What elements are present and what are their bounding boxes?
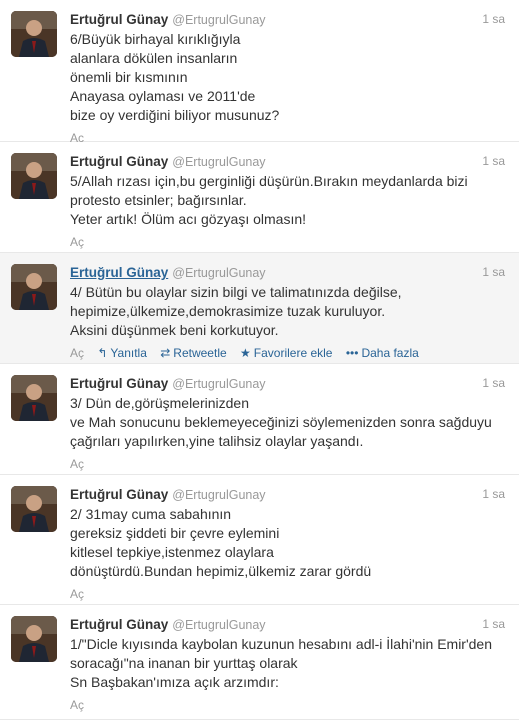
tweet-header: Ertuğrul Günay @ErtugrulGunay 1 sa [70, 10, 505, 29]
more-label: Daha fazla [361, 346, 419, 360]
author-username[interactable]: @ErtugrulGunay [172, 618, 265, 632]
tweet-item[interactable]: Ertuğrul Günay @ErtugrulGunay 1 sa 2/ 31m… [0, 475, 519, 605]
author-username[interactable]: @ErtugrulGunay [172, 488, 265, 502]
tweet-actions: Aç [70, 454, 505, 474]
tweet-timestamp[interactable]: 1 sa [482, 10, 505, 29]
reply-icon: ↰ [97, 346, 108, 360]
tweet-text: 5/Allah rızası için,bu gerginliği düşürü… [70, 173, 468, 227]
avatar[interactable] [11, 486, 57, 532]
expand-link[interactable]: Aç [70, 695, 84, 715]
author-username[interactable]: @ErtugrulGunay [172, 266, 265, 280]
author-fullname[interactable]: Ertuğrul Günay [70, 265, 168, 280]
expand-link[interactable]: Aç [70, 232, 84, 252]
more-button[interactable]: ••• Daha fazla [346, 343, 419, 363]
avatar[interactable] [11, 264, 57, 310]
tweet-timestamp[interactable]: 1 sa [482, 485, 505, 504]
tweet-actions: Aç [70, 584, 505, 604]
tweet-item[interactable]: Ertuğrul Günay @ErtugrulGunay 1 sa 1/"Dic… [0, 605, 519, 720]
retweet-icon: ⇄ [160, 346, 171, 360]
avatar[interactable] [11, 375, 57, 421]
tweet-item[interactable]: Ertuğrul Günay @ErtugrulGunay 1 sa 4/ Büt… [0, 253, 519, 364]
author-fullname[interactable]: Ertuğrul Günay [70, 376, 168, 391]
author-fullname[interactable]: Ertuğrul Günay [70, 154, 168, 169]
tweet-item[interactable]: Ertuğrul Günay @ErtugrulGunay 1 sa 3/ Dün… [0, 364, 519, 475]
star-icon: ★ [240, 346, 251, 360]
author-fullname[interactable]: Ertuğrul Günay [70, 12, 168, 27]
author-username[interactable]: @ErtugrulGunay [172, 13, 265, 27]
tweet-timestamp[interactable]: 1 sa [482, 374, 505, 393]
expand-link[interactable]: Aç [70, 454, 84, 474]
author-fullname[interactable]: Ertuğrul Günay [70, 487, 168, 502]
tweet-header: Ertuğrul Günay @ErtugrulGunay 1 sa [70, 374, 505, 393]
avatar[interactable] [11, 616, 57, 662]
tweet-text: 4/ Bütün bu olaylar sizin bilgi ve talim… [70, 284, 402, 338]
tweet-text: 1/"Dicle kıyısında kaybolan kuzunun hesa… [70, 636, 492, 690]
tweet-timestamp[interactable]: 1 sa [482, 263, 505, 282]
tweet-item[interactable]: Ertuğrul Günay @ErtugrulGunay 1 sa 6/Büyü… [0, 0, 519, 145]
expand-link[interactable]: Aç [70, 343, 84, 363]
more-dots-icon: ••• [345, 346, 359, 360]
tweet-timeline: Ertuğrul Günay @ErtugrulGunay 1 sa 6/Büyü… [0, 0, 519, 720]
retweet-label: Retweetle [173, 346, 227, 360]
favorite-label: Favorilere ekle [253, 346, 333, 360]
author-fullname[interactable]: Ertuğrul Günay [70, 617, 168, 632]
tweet-text: 2/ 31may cuma sabahının gereksiz şiddeti… [70, 506, 372, 579]
tweet-text: 6/Büyük birhayal kırıklığıyla alanlara d… [70, 31, 280, 123]
avatar[interactable] [11, 11, 57, 57]
tweet-actions: Aç [70, 695, 505, 715]
tweet-actions: Aç ↰ Yanıtla ⇄ Retweetle ★ Favorilere ekle … [70, 343, 505, 363]
favorite-button[interactable]: ★ Favorilere ekle [240, 343, 332, 363]
tweet-timestamp[interactable]: 1 sa [482, 152, 505, 171]
reply-label: Yanıtla [110, 346, 147, 360]
expand-link[interactable]: Aç [70, 584, 84, 604]
tweet-item[interactable]: Ertuğrul Günay @ErtugrulGunay 1 sa 5/Alla… [0, 142, 519, 253]
tweet-header: Ertuğrul Günay @ErtugrulGunay 1 sa [70, 152, 505, 171]
tweet-text: 3/ Dün de,görüşmelerinizden ve Mah sonuc… [70, 395, 492, 449]
author-username[interactable]: @ErtugrulGunay [172, 155, 265, 169]
tweet-header: Ertuğrul Günay @ErtugrulGunay 1 sa [70, 485, 505, 504]
tweet-header: Ertuğrul Günay @ErtugrulGunay 1 sa [70, 615, 505, 634]
retweet-button[interactable]: ⇄ Retweetle [160, 343, 226, 363]
tweet-actions: Aç [70, 232, 505, 252]
reply-button[interactable]: ↰ Yanıtla [97, 343, 147, 363]
tweet-header: Ertuğrul Günay @ErtugrulGunay 1 sa [70, 263, 505, 282]
tweet-timestamp[interactable]: 1 sa [482, 615, 505, 634]
author-username[interactable]: @ErtugrulGunay [172, 377, 265, 391]
avatar[interactable] [11, 153, 57, 199]
